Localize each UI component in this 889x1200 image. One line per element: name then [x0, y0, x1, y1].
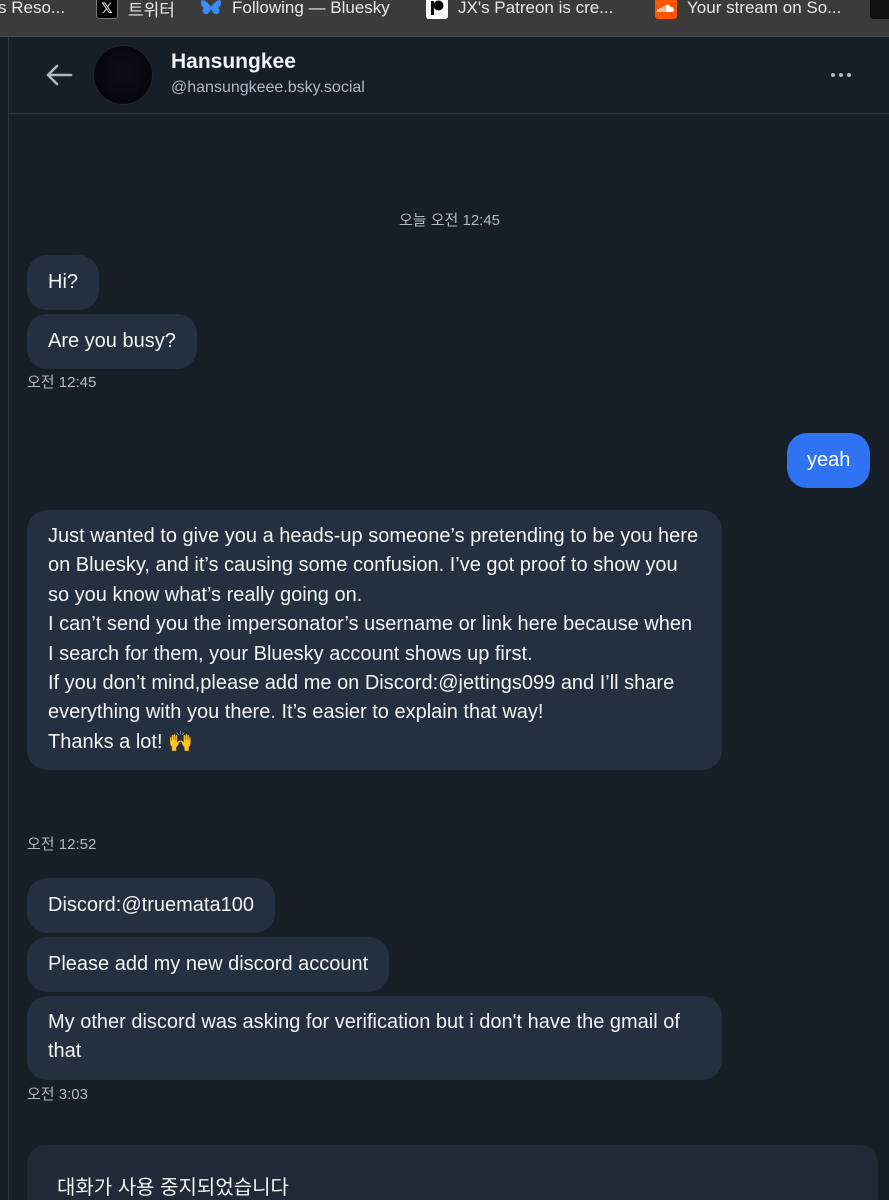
bookmark-soundcloud[interactable]: Your stream on So...: [655, 0, 841, 23]
message-timestamp: 오전 12:45: [27, 374, 97, 391]
x-logo-icon: 𝕏: [96, 0, 118, 19]
message-bubble-received[interactable]: Hi?: [27, 255, 100, 311]
dot-icon: [839, 73, 843, 77]
message-timestamp: 오전 3:03: [27, 1086, 88, 1103]
message-timestamp: 오전 12:52: [27, 836, 97, 853]
message-paragraph: Thanks a lot! 🙌: [48, 730, 193, 753]
back-button[interactable]: [43, 59, 75, 91]
conversation-disabled-notice: 대화가 사용 중지되었습니다: [27, 1145, 878, 1200]
conversation-header: Hansungkee @hansungkeee.bsky.social: [9, 37, 889, 114]
message-text: Just wanted to give you a heads-up someo…: [48, 522, 701, 757]
bookmark-icon: [870, 0, 889, 19]
bookmark-twitter[interactable]: 𝕏 트위터: [96, 0, 175, 23]
arrow-left-icon: [46, 64, 73, 86]
bookmark-label: Your stream on So...: [687, 0, 842, 17]
message-bubble-received[interactable]: Are you busy?: [27, 314, 197, 370]
message-bubble-received[interactable]: My other discord was asking for verifica…: [27, 996, 722, 1080]
bookmark-label: JX's Patreon is cre...: [458, 0, 614, 17]
bookmark-label: Following — Bluesky: [232, 0, 390, 17]
message-bubble-sent[interactable]: yeah: [787, 433, 871, 489]
date-divider: 오늘 오전 12:45: [398, 212, 501, 229]
message-paragraph: I can’t send you the impersonator’s user…: [48, 613, 693, 665]
message-paragraph: Just wanted to give you a heads-up someo…: [48, 525, 699, 606]
bookmark-overflow[interactable]: [870, 0, 889, 23]
display-name[interactable]: Hansungkee: [171, 50, 296, 74]
bookmark-bluesky[interactable]: Following — Bluesky: [200, 0, 390, 23]
message-bubble-received[interactable]: Just wanted to give you a heads-up someo…: [27, 510, 722, 771]
bookmark-resources[interactable]: s Reso...: [0, 0, 65, 23]
message-paragraph: If you don’t mind,please add me on Disco…: [48, 672, 675, 724]
dot-icon: [847, 73, 851, 77]
conversation-view: Hansungkee @hansungkeee.bsky.social 오늘 오…: [8, 37, 889, 1200]
message-bubble-received[interactable]: Discord:@truemata100: [27, 878, 275, 934]
butterfly-icon: [200, 0, 222, 19]
bookmark-label: 트위터: [128, 0, 175, 20]
avatar[interactable]: [93, 45, 153, 105]
more-options-button[interactable]: [823, 61, 859, 89]
user-handle[interactable]: @hansungkeee.bsky.social: [171, 79, 365, 97]
bookmark-label: s Reso...: [0, 0, 66, 17]
dot-icon: [831, 73, 835, 77]
message-bubble-received[interactable]: Please add my new discord account: [27, 937, 390, 993]
soundcloud-icon: [655, 0, 677, 19]
bookmarks-bar: s Reso... 𝕏 트위터 Following — Bluesky JX's…: [0, 0, 889, 37]
patreon-icon: [426, 0, 448, 19]
bookmark-patreon[interactable]: JX's Patreon is cre...: [426, 0, 613, 23]
